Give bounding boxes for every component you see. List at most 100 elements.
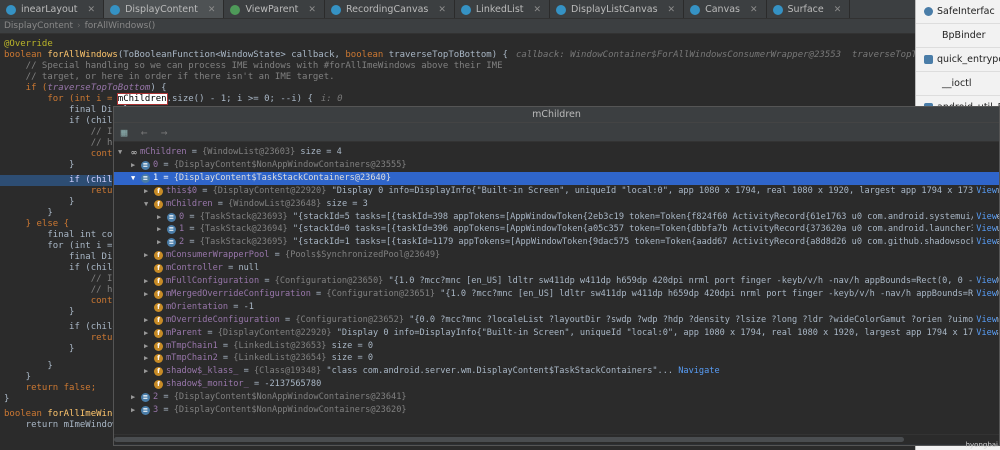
selected-expression[interactable]: mChildren <box>116 93 168 105</box>
expand-right-icon[interactable]: ▶ <box>144 327 148 340</box>
tree-row[interactable]: ▼ f mChildren = {WindowList@23648} size = … <box>114 198 999 211</box>
code-line: boolean forAllImeWindow <box>4 409 129 419</box>
expand-down-icon[interactable]: ▼ <box>144 198 148 211</box>
var-ref: {DisplayContent$NonAppWindowContainers@2… <box>173 159 407 170</box>
var-name: mChildren <box>140 147 187 157</box>
tree-row[interactable]: f mController = null <box>114 262 999 275</box>
tab-label: LinkedList <box>475 4 524 15</box>
tab-linkedlist[interactable]: LinkedList ✕ <box>455 0 551 18</box>
watch-icon[interactable]: ▦ <box>118 126 130 139</box>
expand-right-icon[interactable]: ▶ <box>144 340 148 353</box>
var-name: mTmpChain2 <box>166 353 218 364</box>
expand-right-icon[interactable]: ▶ <box>144 288 148 301</box>
tree-row[interactable]: ▶ ≡ 0 = {TaskStack@23693} "{stackId=5 task… <box>114 210 999 224</box>
tree-row[interactable]: ▶ f mTmpChain1 = {LinkedList@23653} size =… <box>114 340 999 353</box>
frame-item[interactable]: __ioctl <box>916 72 1000 96</box>
expand-down-icon[interactable]: ▼ <box>118 146 122 159</box>
class-icon <box>690 4 701 15</box>
tree-row[interactable]: ▶ ≡ 0 = {DisplayContent$NonAppWindowContai… <box>114 159 999 172</box>
scrollbar-thumb[interactable] <box>114 437 904 442</box>
view-link[interactable]: View <box>973 326 997 340</box>
tree-row[interactable]: ▶ ≡ 2 = {DisplayContent$NonAppWindowContai… <box>114 391 999 404</box>
tree-row[interactable]: ▶ f mFullConfiguration = {Configuration@23… <box>114 275 999 288</box>
tree-row[interactable]: ▶ f mMergedOverrideConfiguration = {Config… <box>114 287 999 301</box>
expand-right-icon[interactable]: ▶ <box>131 404 135 417</box>
element-icon: ≡ <box>141 406 150 415</box>
class-icon <box>460 4 471 15</box>
tab-label: DisplayContent <box>125 4 198 15</box>
tab-linearlayout[interactable]: inearLayout ✕ <box>0 0 105 18</box>
close-icon[interactable]: ✕ <box>534 5 542 15</box>
expand-right-icon[interactable]: ▶ <box>144 249 148 262</box>
frame-item[interactable]: quick_entrypoi <box>916 48 1000 72</box>
tree-row[interactable]: ▶ f mConsumerWrapperPool = {Pools$Synchron… <box>114 249 999 262</box>
back-arrow-icon[interactable]: ← <box>138 126 150 139</box>
var-ref: {Configuration@23650} <box>274 276 384 286</box>
class-icon <box>330 4 341 15</box>
class-icon <box>556 4 567 15</box>
horizontal-scrollbar[interactable] <box>114 434 999 444</box>
tab-label: Canvas <box>705 4 740 15</box>
evaluate-popup[interactable]: mChildren ▦ ← → ▼ ∞ mChildren = {WindowLis… <box>113 106 1000 446</box>
close-icon[interactable]: ✕ <box>438 5 446 15</box>
tree-row[interactable]: ▶ ≡ 2 = {TaskStack@23695} "{stackId=1 task… <box>114 236 999 250</box>
field-icon: f <box>154 328 163 338</box>
code-line: if (child = <box>4 263 129 273</box>
expand-right-icon[interactable]: ▶ <box>144 352 148 365</box>
expand-right-icon[interactable]: ▶ <box>157 211 161 224</box>
breadcrumb-class[interactable]: DisplayContent <box>4 21 73 31</box>
expand-right-icon[interactable]: ▶ <box>144 275 148 288</box>
tab-surface[interactable]: Surface ✕ <box>767 0 851 18</box>
expand-right-icon[interactable]: ▶ <box>157 236 161 249</box>
tree-row[interactable]: ▶ f mTmpChain2 = {LinkedList@23654} size =… <box>114 352 999 365</box>
tree-row[interactable]: ▶ f shadow$_klass_ = {Class@19348} "class … <box>114 365 999 378</box>
tree-row[interactable]: f mOrientation = -1 <box>114 301 999 314</box>
expand-right-icon[interactable]: ▶ <box>131 159 135 172</box>
expand-right-icon[interactable]: ▶ <box>144 365 148 378</box>
tab-canvas[interactable]: Canvas ✕ <box>684 0 767 18</box>
code-line: } <box>4 361 53 371</box>
tab-viewparent[interactable]: ViewParent ✕ <box>224 0 325 18</box>
close-icon[interactable]: ✕ <box>88 5 96 15</box>
view-link[interactable]: View <box>973 210 997 224</box>
view-link[interactable]: View <box>973 223 997 237</box>
close-icon[interactable]: ✕ <box>308 5 316 15</box>
breadcrumb: DisplayContent › forAllWindows() <box>0 19 915 34</box>
close-icon[interactable]: ✕ <box>834 5 842 15</box>
forward-arrow-icon[interactable]: → <box>158 126 170 139</box>
view-link[interactable]: View <box>973 313 997 327</box>
frame-item[interactable]: SafeInterfac <box>916 0 1000 24</box>
view-link[interactable]: View <box>973 275 997 288</box>
tree-row[interactable]: ▼ ≡ 1 = {DisplayContent$TaskStackContainer… <box>114 171 999 185</box>
tree-row[interactable]: ▶ f mOverrideConfiguration = {Configuratio… <box>114 313 999 327</box>
variables-tree[interactable]: ▼ ∞ mChildren = {WindowList@23603} size = … <box>114 142 999 434</box>
close-icon[interactable]: ✕ <box>208 5 216 15</box>
expand-right-icon[interactable]: ▶ <box>131 391 135 404</box>
tab-displaylistcanvas[interactable]: DisplayListCanvas ✕ <box>550 0 685 18</box>
breadcrumb-method[interactable]: forAllWindows() <box>85 21 156 31</box>
tree-row[interactable]: ▼ ∞ mChildren = {WindowList@23603} size = … <box>114 146 999 159</box>
close-icon[interactable]: ✕ <box>668 5 676 15</box>
code-line: } <box>4 344 75 354</box>
expand-right-icon[interactable]: ▶ <box>144 185 148 198</box>
code-line: // here <box>4 138 129 148</box>
tree-row[interactable]: ▶ f mParent = {DisplayContent@22920} "Disp… <box>114 326 999 340</box>
close-icon[interactable]: ✕ <box>750 5 758 15</box>
expand-down-icon[interactable]: ▼ <box>131 172 135 185</box>
tree-row[interactable]: f shadow$_monitor_ = -2137565780 <box>114 378 999 391</box>
tab-recordingcanvas[interactable]: RecordingCanvas ✕ <box>325 0 455 18</box>
tree-row[interactable]: ▶ f this$0 = {DisplayContent@22920} "Displ… <box>114 184 999 198</box>
navigate-link[interactable]: Navigate <box>673 366 719 376</box>
view-link[interactable]: View <box>973 287 997 301</box>
view-link[interactable]: View <box>973 184 997 198</box>
class-icon <box>110 4 121 15</box>
tree-row[interactable]: ▶ ≡ 3 = {DisplayContent$NonAppWindowContai… <box>114 404 999 417</box>
function-icon <box>924 55 933 64</box>
expand-right-icon[interactable]: ▶ <box>157 223 161 236</box>
frame-item[interactable]: BpBinder <box>916 24 1000 48</box>
expand-right-icon[interactable]: ▶ <box>144 314 148 327</box>
var-name: this$0 <box>166 185 198 196</box>
tree-row[interactable]: ▶ ≡ 1 = {TaskStack@23694} "{stackId=0 task… <box>114 223 999 237</box>
tab-displaycontent[interactable]: DisplayContent ✕ <box>104 0 225 18</box>
view-link[interactable]: View <box>973 236 997 250</box>
